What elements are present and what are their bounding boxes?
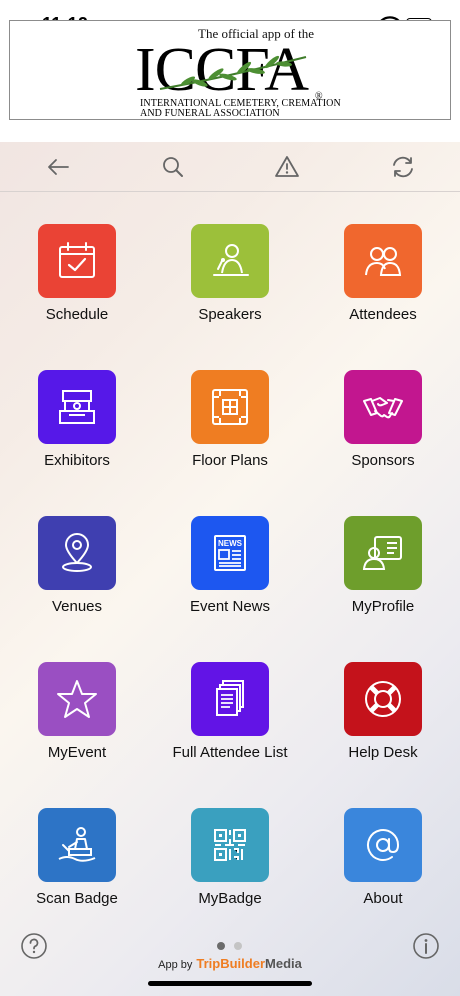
tile-speakers-bg <box>191 224 269 298</box>
tile-label: Scan Badge <box>36 890 118 907</box>
tile-attendees-bg <box>344 224 422 298</box>
tile-label: MyProfile <box>351 598 415 615</box>
qr-code-icon <box>214 829 246 861</box>
tile-label: Sponsors <box>351 452 415 469</box>
scan-person-icon <box>58 827 96 862</box>
tile-label: Venues <box>51 598 103 615</box>
toolbar <box>0 142 460 192</box>
refresh-icon[interactable] <box>390 154 416 180</box>
tile-label: Speakers <box>198 306 262 323</box>
olive-branch-icon <box>159 55 307 90</box>
tile-label: MyBadge <box>198 890 262 907</box>
tile-event-news-bg: NEWS <box>191 516 269 590</box>
speaker-icon <box>213 244 249 276</box>
tile-floor-plans-bg <box>191 370 269 444</box>
tile-mybadge-bg <box>191 808 269 882</box>
sponsor-banner[interactable]: The official app of the ICCFA ® INTERNAT… <box>9 20 451 120</box>
credit-brand-suffix: Media <box>265 956 302 971</box>
svg-text:NEWS: NEWS <box>218 539 243 548</box>
credit-prefix: App by <box>158 959 193 971</box>
tile-exhibitors-bg <box>38 370 116 444</box>
tile-schedule-bg <box>38 224 116 298</box>
tile-myprofile-bg <box>344 516 422 590</box>
search-icon[interactable] <box>160 154 186 180</box>
handshake-icon <box>363 397 403 419</box>
booth-icon <box>59 390 95 424</box>
header-area: 11:12 The official app of the ICCFA <box>0 0 460 142</box>
tile-label: Floor Plans <box>192 452 268 469</box>
tile-label: MyEvent <box>47 744 107 761</box>
floor-plan-icon <box>212 389 248 425</box>
calendar-check-icon <box>59 242 95 278</box>
documents-icon <box>216 680 244 716</box>
tile-help-desk-bg <box>344 662 422 736</box>
profile-card-icon <box>362 536 402 570</box>
tile-label: Exhibitors <box>44 452 110 469</box>
tile-label: Full Attendee List <box>172 744 288 761</box>
page-dot <box>234 942 242 950</box>
lifebuoy-icon <box>365 681 401 717</box>
page-dot-active <box>217 942 225 950</box>
home-indicator <box>148 981 312 986</box>
newspaper-icon: NEWS <box>214 535 246 571</box>
tile-label: Schedule <box>45 306 109 323</box>
credit-line: App by TripBuilderMedia <box>0 956 460 971</box>
tile-full-attendee-list-bg <box>191 662 269 736</box>
people-icon <box>365 247 402 276</box>
alert-icon[interactable] <box>274 154 300 180</box>
back-arrow-icon[interactable] <box>45 154 71 180</box>
tile-sponsors-bg <box>344 370 422 444</box>
credit-brand: TripBuilder <box>196 956 266 971</box>
tile-myevent-bg <box>38 662 116 736</box>
tile-about-bg <box>344 808 422 882</box>
tile-label: Help Desk <box>348 744 418 761</box>
org-name-line2: AND FUNERAL ASSOCIATION <box>140 108 280 119</box>
tile-label: Attendees <box>349 306 417 323</box>
at-sign-icon <box>367 829 400 861</box>
page-indicator[interactable] <box>217 942 247 950</box>
location-pin-icon <box>62 533 92 572</box>
tile-label: About <box>363 890 403 907</box>
tile-scan-badge-bg <box>38 808 116 882</box>
star-icon <box>57 680 97 718</box>
tile-venues-bg <box>38 516 116 590</box>
tile-label: Event News <box>189 598 271 615</box>
